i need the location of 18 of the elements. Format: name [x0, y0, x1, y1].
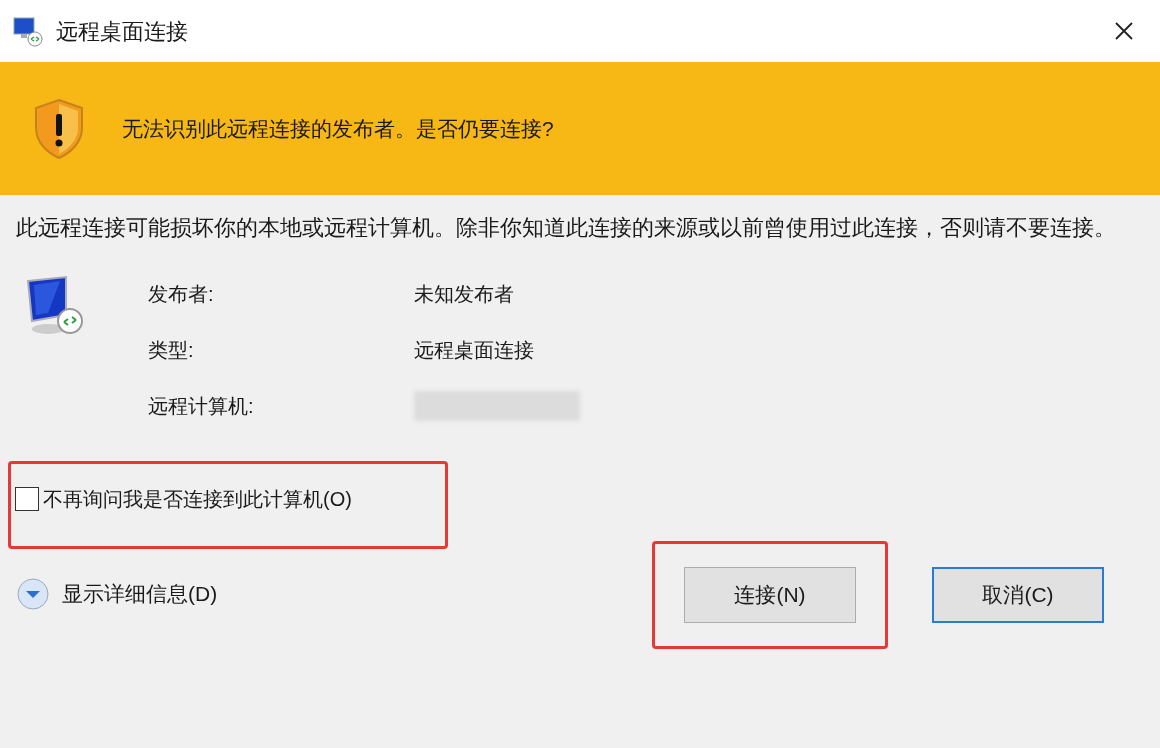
computer-icon	[24, 275, 86, 337]
show-details-toggle[interactable]: 显示详细信息(D)	[16, 577, 218, 611]
chevron-icon	[16, 577, 50, 611]
detail-label: 远程计算机:	[148, 394, 255, 419]
dialog-button[interactable]: 取消(C)	[932, 567, 1104, 623]
detail-label: 发布者:	[148, 282, 215, 307]
remote-desktop-icon	[12, 15, 44, 47]
dialog-button[interactable]: 连接(N)	[684, 567, 856, 623]
close-icon	[1114, 21, 1134, 41]
checkbox[interactable]	[15, 487, 39, 511]
checkbox-label: 不再询问我是否连接到此计算机(O)	[43, 487, 352, 512]
window-title: 远程桌面连接	[56, 17, 189, 46]
detail-value: 未知发布者	[414, 282, 514, 307]
detail-value: 远程桌面连接	[414, 338, 534, 363]
warning-text: 此远程连接可能损坏你的本地或远程计算机。除非你知道此连接的来源或以前曾使用过此连接，否则请不要连接。	[16, 214, 1117, 242]
shield-warning-icon	[32, 97, 86, 160]
detail-label: 类型:	[148, 338, 195, 363]
banner-message: 无法识别此远程连接的发布者。是否仍要连接?	[122, 115, 554, 142]
